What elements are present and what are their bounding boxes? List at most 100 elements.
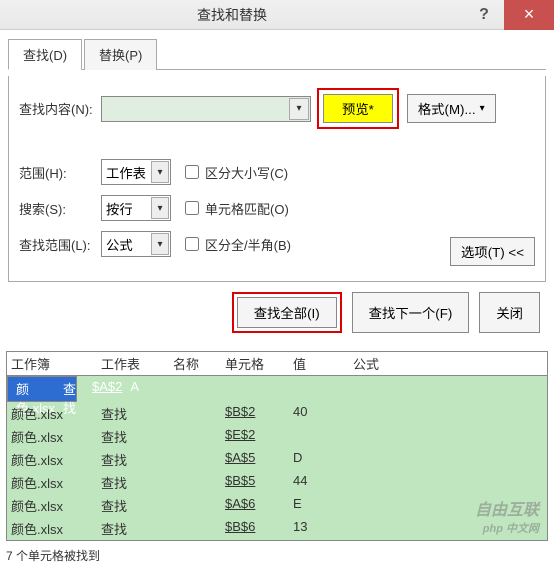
- titlebar: 查找和替换 ? ×: [0, 0, 554, 30]
- close-button[interactable]: 关闭: [479, 292, 540, 333]
- cell: 查找: [97, 494, 169, 517]
- search-row: 搜索(S): ▾ 单元格匹配(O): [19, 195, 535, 221]
- tabs: 查找(D) 替换(P): [8, 38, 546, 70]
- lookin-select-wrap: ▾: [101, 231, 171, 257]
- scope-label: 范围(H):: [19, 163, 101, 182]
- col-value[interactable]: 值: [289, 352, 349, 375]
- find-input-wrap: ▾: [101, 96, 311, 122]
- chevron-down-icon[interactable]: ▾: [151, 197, 169, 219]
- titlebar-buttons: ? ×: [464, 0, 554, 30]
- cell: 颜色.xlsx: [7, 425, 97, 448]
- cell: $B$5: [221, 471, 289, 494]
- table-row[interactable]: 颜色.xlsx查找$A$2A: [7, 376, 77, 402]
- results-table: 工作簿 工作表 名称 单元格 值 公式 自由互联 php 中文网 颜色.xlsx…: [6, 351, 548, 541]
- cell: [169, 448, 221, 471]
- cell: [80, 377, 88, 401]
- cell: [169, 517, 221, 540]
- table-row[interactable]: 颜色.xlsx查找 $A$6E: [7, 494, 547, 517]
- tab-replace[interactable]: 替换(P): [84, 39, 157, 70]
- cell: D: [289, 448, 349, 471]
- action-buttons: 查找全部(I) 查找下一个(F) 关闭: [8, 282, 546, 343]
- cell: 44: [289, 471, 349, 494]
- col-name[interactable]: 名称: [169, 352, 221, 375]
- cell: 查找: [97, 517, 169, 540]
- cell: $A$5: [221, 448, 289, 471]
- cell: $E$2: [221, 425, 289, 448]
- find-all-highlight: 查找全部(I): [232, 292, 342, 333]
- close-icon[interactable]: ×: [504, 0, 554, 30]
- match-cell-checkbox[interactable]: 单元格匹配(O): [185, 199, 289, 218]
- help-button[interactable]: ?: [464, 0, 504, 30]
- table-row[interactable]: 颜色.xlsx查找$B$613: [7, 517, 547, 540]
- cell: [349, 402, 547, 425]
- cell: [349, 425, 547, 448]
- chevron-down-icon[interactable]: ▾: [151, 233, 169, 255]
- match-case-label: 区分大小写(C): [205, 163, 288, 182]
- preview-highlight: 预览*: [317, 88, 399, 129]
- find-input[interactable]: [101, 96, 311, 122]
- cell: $B$2: [221, 402, 289, 425]
- dialog-title: 查找和替换: [0, 5, 464, 25]
- tab-find[interactable]: 查找(D): [8, 39, 82, 70]
- cell: $A$6: [221, 494, 289, 517]
- checkbox-input[interactable]: [185, 201, 199, 215]
- cell: A: [126, 377, 143, 401]
- search-select-wrap: ▾: [101, 195, 171, 221]
- cell: $A$2: [88, 377, 126, 401]
- col-formula[interactable]: 公式: [349, 352, 547, 375]
- scope-row: 范围(H): ▾ 区分大小写(C): [19, 159, 535, 185]
- cell: 颜色.xlsx: [7, 471, 97, 494]
- checkbox-input[interactable]: [185, 165, 199, 179]
- cell: [169, 471, 221, 494]
- find-content-row: 查找内容(N): ▾ 预览* 格式(M)... ▾: [19, 88, 535, 129]
- cell: 颜色.xlsx: [7, 494, 97, 517]
- cell: [349, 471, 547, 494]
- results-body: 自由互联 php 中文网 颜色.xlsx查找$A$2A颜色.xlsx查找$B$2…: [7, 376, 547, 540]
- table-row[interactable]: 颜色.xlsx查找 $E$2: [7, 425, 547, 448]
- status-text: 7 个单元格被找到: [0, 545, 554, 566]
- cell: [289, 425, 349, 448]
- cell: 颜色.xlsx: [12, 377, 59, 401]
- find-content-label: 查找内容(N):: [19, 99, 101, 118]
- match-width-checkbox[interactable]: 区分全/半角(B): [185, 235, 291, 254]
- options-button[interactable]: 选项(T) <<: [450, 237, 535, 266]
- cell: [169, 425, 221, 448]
- cell: 查找: [97, 471, 169, 494]
- cell: 颜色.xlsx: [7, 402, 97, 425]
- find-all-button[interactable]: 查找全部(I): [237, 297, 337, 328]
- preview-button[interactable]: 预览*: [323, 94, 393, 123]
- lookin-label: 查找范围(L):: [19, 235, 101, 254]
- cell: 查找: [59, 377, 80, 401]
- table-row[interactable]: 颜色.xlsx查找 $A$5D: [7, 448, 547, 471]
- cell: 颜色.xlsx: [7, 448, 97, 471]
- format-button[interactable]: 格式(M)... ▾: [407, 94, 496, 123]
- results-header: 工作簿 工作表 名称 单元格 值 公式: [7, 352, 547, 376]
- cell: 查找: [97, 425, 169, 448]
- chevron-down-icon[interactable]: ▾: [151, 161, 169, 183]
- match-cell-label: 单元格匹配(O): [205, 199, 289, 218]
- cell: $B$6: [221, 517, 289, 540]
- cell: [143, 377, 151, 401]
- cell: E: [289, 494, 349, 517]
- find-panel: 查找内容(N): ▾ 预览* 格式(M)... ▾ 范围(H): ▾ 区分大小: [8, 76, 546, 282]
- cell: [349, 448, 547, 471]
- table-row[interactable]: 颜色.xlsx查找$B$240: [7, 402, 547, 425]
- cell: [169, 494, 221, 517]
- search-label: 搜索(S):: [19, 199, 101, 218]
- find-next-button[interactable]: 查找下一个(F): [352, 292, 470, 333]
- cell: 颜色.xlsx: [7, 517, 97, 540]
- checkbox-input[interactable]: [185, 237, 199, 251]
- col-workbook[interactable]: 工作簿: [7, 352, 97, 375]
- match-case-checkbox[interactable]: 区分大小写(C): [185, 163, 288, 182]
- table-row[interactable]: 颜色.xlsx查找 $B$544: [7, 471, 547, 494]
- scope-select-wrap: ▾: [101, 159, 171, 185]
- col-cell[interactable]: 单元格: [221, 352, 289, 375]
- watermark: 自由互联 php 中文网: [475, 496, 539, 536]
- chevron-down-icon[interactable]: ▾: [289, 98, 309, 120]
- cell: 查找: [97, 402, 169, 425]
- cell: [169, 402, 221, 425]
- chevron-down-icon: ▾: [480, 103, 485, 114]
- cell: 查找: [97, 448, 169, 471]
- dialog-body: 查找(D) 替换(P) 查找内容(N): ▾ 预览* 格式(M)... ▾ 范围…: [0, 30, 554, 351]
- col-worksheet[interactable]: 工作表: [97, 352, 169, 375]
